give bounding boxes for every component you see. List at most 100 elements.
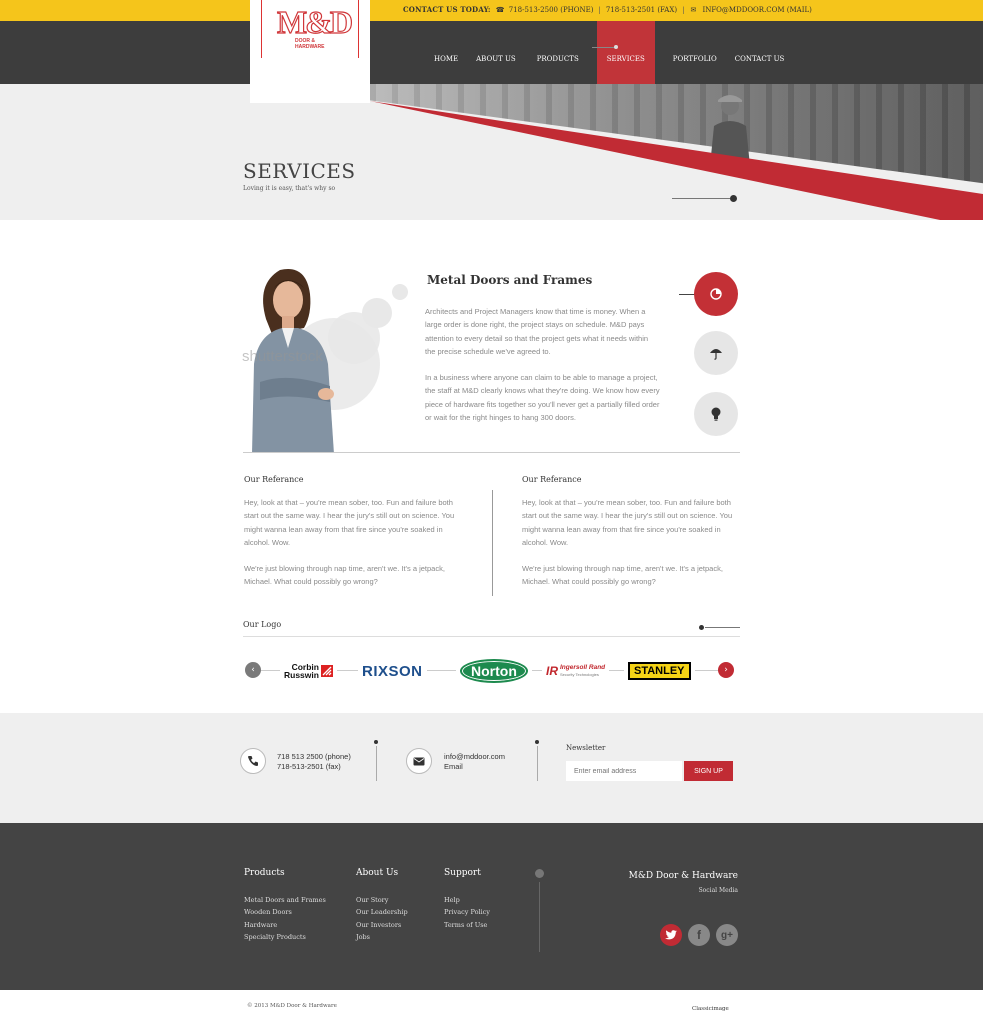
twitter-button[interactable] [660, 924, 682, 946]
ir-text: Ingersoll Rand Security Technologies [560, 664, 605, 678]
nav-contact-us[interactable]: CONTACT US [726, 21, 794, 84]
brand-logo-ingersoll-rand[interactable]: IR Ingersoll Rand Security Technologies [542, 660, 610, 682]
envelope-icon [413, 757, 425, 765]
corbin-emblem-icon [320, 665, 333, 677]
contact-phone: 718 513 2500 (phone) 718-513-2501 (fax) [277, 752, 351, 772]
newsletter-title: Newsletter [566, 744, 606, 752]
logo-container[interactable]: M&D DOOR & HARDWARE [250, 0, 370, 103]
footer-link[interactable]: Our Leadership [356, 906, 408, 918]
page-title: SERVICES [243, 159, 356, 183]
hero-indicator-line [672, 198, 730, 199]
email-contact-icon [406, 748, 432, 774]
facebook-button[interactable]: f [688, 924, 710, 946]
service-tab-protection[interactable] [694, 331, 738, 375]
reference-paragraph: We're just blowing through nap time, are… [522, 564, 723, 587]
copyright: © 2013 M&D Door & Hardware [247, 1003, 337, 1009]
footer-social-label: Social Media [698, 887, 738, 894]
phone-contact-icon [240, 748, 266, 774]
logo-line-2: HARDWARE [295, 44, 325, 50]
contact-divider [376, 746, 377, 781]
service-tab-ideas[interactable] [694, 392, 738, 436]
contact-fax-number: 718-513-2501 (fax) [277, 762, 341, 771]
contact-email-label: Email [444, 762, 463, 771]
page-subtitle: Loving it is easy, that's why so [243, 185, 336, 192]
footer-divider [539, 882, 540, 952]
contact-email-address[interactable]: info@mddoor.com [444, 752, 505, 762]
brand-logo-rixson[interactable]: RIXSON [358, 660, 427, 682]
main-nav: HOME ABOUT US PRODUCTS SERVICES PORTFOLI… [425, 21, 793, 84]
footer-link[interactable]: Privacy Policy [444, 906, 490, 918]
service-description: Architects and Project Managers know tha… [425, 305, 660, 437]
footer-link[interactable]: Hardware [244, 919, 326, 931]
reference-divider [492, 490, 493, 596]
footer-column-title: Products [244, 868, 285, 878]
reference-block: Our Referance Hey, look at that – you're… [522, 475, 740, 602]
service-tab-doors[interactable] [694, 272, 738, 316]
footer-divider-dot [535, 869, 544, 878]
corbin-wordmark: Corbin Russwin [284, 663, 319, 680]
footer-link[interactable]: Wooden Doors [244, 906, 326, 918]
ir-mark: IR [546, 664, 558, 678]
footer-link[interactable]: Metal Doors and Frames [244, 894, 326, 906]
lightbulb-icon [711, 407, 721, 421]
footer-link[interactable]: Our Story [356, 894, 408, 906]
design-credit: Classicimage [692, 1006, 729, 1012]
top-contact-bar: CONTACT US TODAY: ☎ 718-513-2500 (PHONE)… [0, 0, 983, 21]
logos-title: Our Logo [243, 620, 282, 629]
ir-name: Ingersoll Rand [560, 664, 606, 671]
footer-link[interactable]: Specialty Products [244, 931, 326, 943]
reference-paragraph: Hey, look at that – you're mean sober, t… [244, 498, 455, 547]
logos-prev-button[interactable]: ‹ [245, 662, 261, 678]
service-title: Metal Doors and Frames [427, 273, 593, 287]
nav-products[interactable]: PRODUCTS [525, 21, 597, 84]
nav-home[interactable]: HOME [425, 21, 467, 84]
reference-text: Hey, look at that – you're mean sober, t… [522, 496, 740, 589]
chevron-left-icon: ‹ [251, 665, 255, 675]
footer-link[interactable]: Help [444, 894, 490, 906]
nav-portfolio[interactable]: PORTFOLIO [655, 21, 726, 84]
hero-bottom-cut [0, 220, 983, 230]
chevron-right-icon: › [724, 665, 728, 675]
header: HOME ABOUT US PRODUCTS SERVICES PORTFOLI… [0, 21, 983, 84]
google-plus-button[interactable]: g+ [716, 924, 738, 946]
reference-paragraph: Hey, look at that – you're mean sober, t… [522, 498, 733, 547]
stock-watermark: shutterstock [242, 348, 323, 365]
footer-link[interactable]: Jobs [356, 931, 408, 943]
twitter-icon [665, 930, 677, 940]
corbin-line-2: Russwin [284, 670, 319, 680]
phone-icon [248, 756, 258, 766]
nav-services[interactable]: SERVICES [596, 21, 655, 84]
bubble [392, 284, 408, 300]
top-phone[interactable]: 718-513-2500 (PHONE) [509, 6, 594, 14]
brand-logo: M&D DOOR & HARDWARE [276, 4, 353, 53]
separator: | [598, 5, 601, 14]
brand-logo-stanley[interactable]: STANLEY [624, 660, 695, 682]
logos-next-button[interactable]: › [718, 662, 734, 678]
newsletter-email-input[interactable] [566, 761, 682, 781]
logo-subtitle: DOOR & HARDWARE [295, 38, 324, 50]
reference-title: Our Referance [244, 475, 304, 484]
pie-chart-icon [710, 288, 722, 300]
bubble [362, 298, 392, 328]
top-email[interactable]: INFO@MDDOOR.COM (MAIL) [702, 6, 811, 14]
service-paragraph: In a business where anyone can claim to … [425, 373, 660, 423]
ir-subtitle: Security Technologies [560, 672, 599, 677]
umbrella-icon [710, 349, 722, 360]
nav-about-us[interactable]: ABOUT US [467, 21, 525, 84]
logos-indicator-line [705, 627, 740, 628]
facebook-icon: f [697, 928, 701, 942]
footer-column-products: Products Metal Doors and Frames Wooden D… [244, 868, 326, 943]
brand-logo-norton[interactable]: Norton [456, 659, 532, 683]
brand-logo-corbin-russwin[interactable]: Corbin Russwin [280, 660, 337, 682]
top-fax: 718-513-2501 (FAX) [605, 5, 678, 14]
service-paragraph: Architects and Project Managers know tha… [425, 307, 649, 356]
footer-link[interactable]: Terms of Use [444, 919, 490, 931]
norton-wordmark: Norton [460, 659, 528, 683]
contact-phone-number[interactable]: 718 513 2500 (phone) [277, 752, 351, 762]
reference-block: Our Referance Hey, look at that – you're… [244, 475, 462, 602]
google-plus-icon: g+ [721, 929, 733, 941]
footer-link[interactable]: Our Investors [356, 919, 408, 931]
newsletter-signup-button[interactable]: SIGN UP [684, 761, 733, 781]
logos-indicator-dot [699, 625, 704, 630]
footer-column-title: About Us [356, 868, 399, 878]
